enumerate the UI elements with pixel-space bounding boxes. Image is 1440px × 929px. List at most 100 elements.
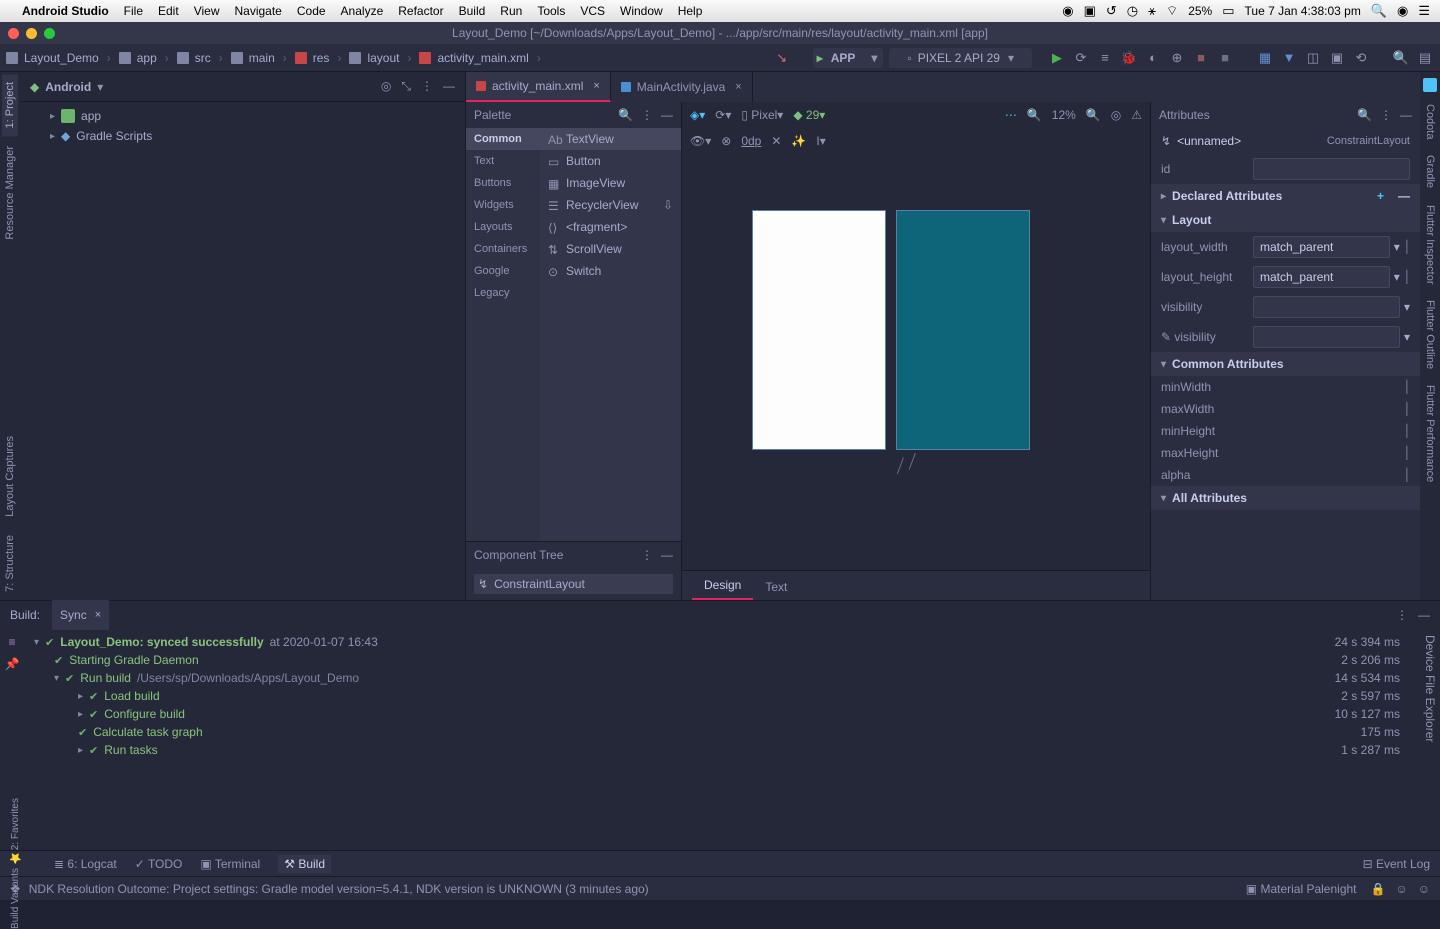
search-everywhere-icon[interactable]: 🔍: [1392, 49, 1410, 67]
infer-constraints-icon[interactable]: ✨: [791, 134, 806, 148]
app-name[interactable]: Android Studio: [22, 4, 109, 18]
layout-height-input[interactable]: [1253, 266, 1390, 288]
minimize-icon[interactable]: —: [1400, 108, 1412, 122]
debug-button[interactable]: 🐞: [1120, 49, 1138, 67]
build-row-label[interactable]: Configure build: [104, 707, 185, 721]
magnet-icon[interactable]: ⊗: [721, 134, 731, 148]
add-attribute-icon[interactable]: +: [1377, 189, 1384, 203]
cat-layouts[interactable]: Layouts: [466, 216, 540, 238]
options-icon[interactable]: ⋮: [641, 108, 653, 122]
tool-gradle[interactable]: Gradle: [1422, 147, 1438, 196]
cat-widgets[interactable]: Widgets: [466, 194, 540, 216]
section-all[interactable]: ▾All Attributes: [1151, 486, 1420, 510]
options-icon[interactable]: ⋮: [641, 548, 653, 562]
design-surface-icon[interactable]: ◈▾: [690, 108, 705, 122]
menu-file[interactable]: File: [124, 4, 143, 18]
view-options-icon[interactable]: 👁▾: [690, 134, 711, 148]
section-declared[interactable]: ▸Declared Attributes+—: [1151, 184, 1420, 208]
more-icon[interactable]: ⋯: [1005, 108, 1017, 122]
bottom-tab-terminal[interactable]: ▣ Terminal: [200, 857, 260, 871]
settings-icon[interactable]: ▤: [1416, 49, 1434, 67]
chevron-right-icon[interactable]: ▸: [78, 691, 83, 702]
bottom-tab-logcat[interactable]: ≣ 6: Logcat: [54, 857, 117, 871]
build-variants-tab[interactable]: Build Variants: [10, 868, 32, 929]
tool-project[interactable]: 1: Project: [2, 74, 18, 136]
widget-imageview[interactable]: ▦ImageView: [540, 172, 681, 194]
widget-recyclerview[interactable]: ☰RecyclerView⇩: [540, 194, 681, 216]
build-row-label[interactable]: Load build: [104, 689, 159, 703]
crumb-app[interactable]: app: [137, 51, 157, 65]
zoom-fit-icon[interactable]: ◎: [1111, 108, 1121, 122]
tools-visibility-input[interactable]: [1253, 326, 1400, 348]
zoom-in-icon[interactable]: 🔍: [1086, 108, 1101, 122]
clear-constraints-icon[interactable]: ✕: [771, 134, 781, 148]
menu-run[interactable]: Run: [500, 4, 522, 18]
display-icon[interactable]: ▣: [1084, 3, 1096, 19]
minimize-window-button[interactable]: [26, 28, 37, 39]
list-icon[interactable]: ≡: [8, 635, 15, 649]
dropdown-icon[interactable]: ▾: [1394, 270, 1400, 284]
chevron-right-icon[interactable]: ▸: [50, 111, 55, 122]
menu-navigate[interactable]: Navigate: [234, 4, 281, 18]
theme-indicator[interactable]: ▣ Material Palenight: [1246, 882, 1361, 896]
clock-icon[interactable]: ◷: [1127, 3, 1138, 19]
tool-flutter-performance[interactable]: Flutter Performance: [1422, 377, 1438, 490]
section-layout[interactable]: ▾Layout: [1151, 208, 1420, 232]
cat-buttons[interactable]: Buttons: [466, 172, 540, 194]
sdk-manager-icon[interactable]: ▼: [1280, 49, 1298, 67]
resize-handle-icon[interactable]: ⟋⟋: [891, 450, 922, 478]
attr-id-input[interactable]: [1253, 158, 1410, 180]
build-row-label[interactable]: Run build: [80, 671, 131, 685]
build-row-label[interactable]: Starting Gradle Daemon: [69, 653, 198, 667]
cat-containers[interactable]: Containers: [466, 238, 540, 260]
options-icon[interactable]: ⋮: [421, 79, 433, 94]
menu-code[interactable]: Code: [297, 4, 326, 18]
zoom-level[interactable]: 12%: [1052, 108, 1076, 122]
notification-center-icon[interactable]: ☰: [1418, 3, 1430, 19]
tab-mainactivity-java[interactable]: MainActivity.java ×: [611, 72, 753, 102]
menu-tools[interactable]: Tools: [537, 4, 565, 18]
crumb-res[interactable]: res: [313, 51, 330, 65]
menu-refactor[interactable]: Refactor: [398, 4, 443, 18]
align-icon[interactable]: I▾: [816, 134, 825, 148]
tool-structure[interactable]: 7: Structure: [2, 527, 18, 600]
minimize-icon[interactable]: —: [661, 548, 673, 562]
widget-fragment[interactable]: ⟨⟩<fragment>: [540, 216, 681, 238]
favorites-tab[interactable]: ⭐ 2: Favorites: [10, 798, 32, 865]
bottom-tab-todo[interactable]: ✓ TODO: [135, 857, 183, 871]
minimize-icon[interactable]: —: [661, 108, 673, 122]
tool-resource-manager[interactable]: Resource Manager: [2, 138, 18, 248]
api-selector[interactable]: ◆ 29▾: [793, 108, 825, 122]
menu-build[interactable]: Build: [459, 4, 486, 18]
stop-button[interactable]: ■: [1192, 49, 1210, 67]
profiler-icon[interactable]: ◐: [1144, 49, 1162, 67]
minimize-icon[interactable]: —: [443, 79, 455, 94]
close-window-button[interactable]: [8, 28, 19, 39]
build-row-label[interactable]: Layout_Demo: synced successfully: [60, 635, 263, 649]
warnings-icon[interactable]: ⚠: [1131, 108, 1142, 122]
options-icon[interactable]: ⋮: [1380, 108, 1392, 122]
dropdown-icon[interactable]: ▾: [1394, 240, 1400, 254]
crumb-src[interactable]: src: [195, 51, 211, 65]
lock-icon[interactable]: 🔒: [1371, 882, 1386, 896]
codota-icon[interactable]: [1423, 78, 1437, 92]
spotlight-icon[interactable]: 🔍: [1371, 3, 1387, 19]
text-tab[interactable]: Text: [753, 574, 799, 600]
make-project-icon[interactable]: ↘: [773, 49, 791, 67]
cat-common[interactable]: Common: [466, 128, 540, 150]
chevron-down-icon[interactable]: ▾: [54, 673, 59, 684]
tab-activity-main-xml[interactable]: activity_main.xml ×: [466, 72, 611, 102]
tool-flutter-inspector[interactable]: Flutter Inspector: [1422, 197, 1438, 292]
resource-manager-icon[interactable]: ◫: [1304, 49, 1322, 67]
build-row-label[interactable]: Run tasks: [104, 743, 157, 757]
clock[interactable]: Tue 7 Jan 4:38:03 pm: [1245, 4, 1361, 18]
battery-icon[interactable]: ▭: [1222, 3, 1234, 19]
cat-google[interactable]: Google: [466, 260, 540, 282]
blueprint-surface[interactable]: [896, 210, 1030, 450]
run-button[interactable]: ▶: [1048, 49, 1066, 67]
apply-code-changes-icon[interactable]: ≡: [1096, 49, 1114, 67]
stop-button-2[interactable]: ■: [1216, 49, 1234, 67]
avd-manager-icon[interactable]: ▦: [1256, 49, 1274, 67]
menu-help[interactable]: Help: [678, 4, 703, 18]
close-tab-icon[interactable]: ×: [95, 609, 101, 621]
